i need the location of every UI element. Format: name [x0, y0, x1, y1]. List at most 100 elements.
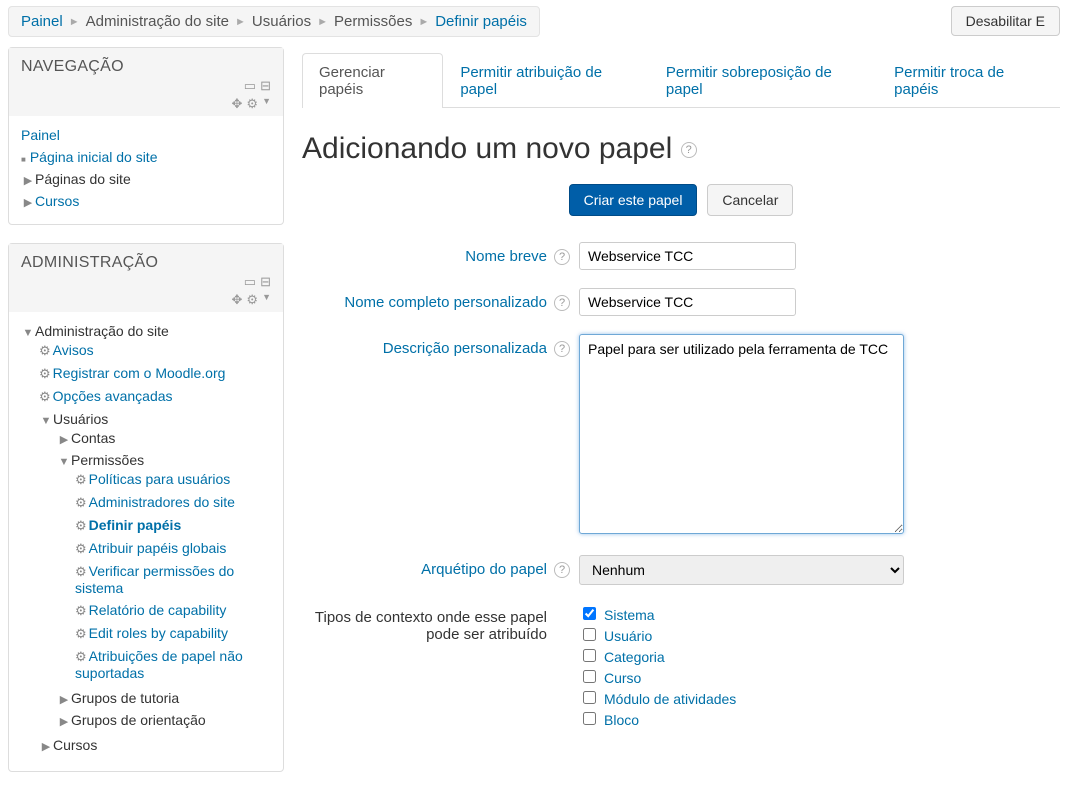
context-checkbox[interactable] [583, 649, 596, 662]
expand-icon[interactable]: ▶ [57, 693, 71, 706]
admin-registrar[interactable]: Registrar com o Moodle.org [53, 365, 226, 381]
context-item: Categoria [579, 645, 1060, 666]
context-checkbox[interactable] [583, 691, 596, 704]
help-icon[interactable]: ? [681, 142, 697, 158]
breadcrumb-item: Usuários [252, 13, 311, 30]
context-label[interactable]: Usuário [604, 628, 652, 644]
gear-icon: ⚙ [75, 472, 87, 487]
admin-root[interactable]: Administração do site [35, 323, 169, 339]
context-label[interactable]: Módulo de atividades [604, 691, 736, 707]
gear-icon: ⚙ [75, 649, 87, 664]
label-contextos: Tipos de contexto onde esse papel pode s… [302, 603, 547, 643]
input-nome-breve[interactable] [579, 242, 796, 270]
expand-icon[interactable]: ▶ [57, 715, 71, 728]
create-role-button[interactable]: Criar este papel [569, 184, 698, 216]
select-arquetipo[interactable]: Nenhum [579, 555, 904, 585]
breadcrumb: Painel ► Administração do site ► Usuário… [8, 6, 540, 37]
gear-icon: ⚙ [75, 495, 87, 510]
admin-cursos[interactable]: Cursos [53, 737, 97, 753]
page-title: Adicionando um novo papel ? [302, 132, 1060, 166]
tab-permitir-sobreposicao[interactable]: Permitir sobreposição de papel [649, 53, 877, 108]
collapse-icon[interactable]: ⊟ [260, 274, 271, 290]
input-nome-completo[interactable] [579, 288, 796, 316]
perm-definir-papeis[interactable]: Definir papéis [89, 517, 182, 533]
disable-button[interactable]: Desabilitar E [951, 6, 1060, 36]
collapse-icon[interactable]: ▼ [39, 415, 53, 427]
perm-atribuir-globais[interactable]: Atribuir papéis globais [89, 540, 227, 556]
breadcrumb-painel[interactable]: Painel [21, 13, 63, 30]
gear-icon: ⚙ [75, 603, 87, 618]
chevron-down-icon[interactable]: ▼ [262, 292, 271, 308]
expand-icon[interactable]: ▶ [21, 174, 35, 187]
context-label[interactable]: Bloco [604, 712, 639, 728]
help-icon[interactable]: ? [554, 562, 570, 578]
move-icon[interactable]: ✥ [232, 292, 243, 308]
nav-cursos[interactable]: Cursos [35, 193, 79, 209]
collapse-icon[interactable]: ▼ [57, 456, 71, 468]
role-tabs: Gerenciar papéis Permitir atribuição de … [302, 53, 1060, 108]
admin-permissoes[interactable]: Permissões [71, 452, 144, 468]
perm-edit-roles[interactable]: Edit roles by capability [89, 625, 228, 641]
dock-icon[interactable]: ▭ [244, 78, 256, 94]
perm-politicas[interactable]: Políticas para usuários [89, 471, 231, 487]
gear-icon: ⚙ [75, 541, 87, 556]
label-nome-completo: Nome completo personalizado [302, 288, 547, 311]
tab-permitir-atribuicao[interactable]: Permitir atribuição de papel [443, 53, 649, 108]
tab-permitir-troca[interactable]: Permitir troca de papéis [877, 53, 1060, 108]
admin-contas[interactable]: Contas [71, 430, 115, 446]
context-checkbox[interactable] [583, 712, 596, 725]
context-checkbox[interactable] [583, 670, 596, 683]
context-checkbox[interactable] [583, 628, 596, 641]
expand-icon[interactable]: ▶ [21, 196, 35, 209]
breadcrumb-separator-icon: ► [69, 16, 80, 28]
context-item: Bloco [579, 708, 1060, 729]
help-icon[interactable]: ? [554, 341, 570, 357]
gear-icon[interactable]: ⚙ [246, 96, 258, 112]
perm-admins[interactable]: Administradores do site [89, 494, 235, 510]
expand-icon[interactable]: ▶ [57, 433, 71, 446]
context-label[interactable]: Sistema [604, 607, 655, 623]
context-item: Curso [579, 666, 1060, 687]
perm-relatorio[interactable]: Relatório de capability [89, 602, 227, 618]
administration-block: ADMINISTRAÇÃO ▭ ⊟ ✥ ⚙ ▼ ▼Ad [8, 243, 284, 772]
context-label[interactable]: Categoria [604, 649, 665, 665]
perm-verificar[interactable]: Verificar permissões do sistema [75, 563, 234, 596]
gear-icon: ⚙ [39, 343, 51, 358]
breadcrumb-definir-papeis[interactable]: Definir papéis [435, 13, 527, 30]
bullet-icon: ■ [21, 155, 26, 164]
breadcrumb-separator-icon: ► [418, 16, 429, 28]
admin-opcoes[interactable]: Opções avançadas [53, 388, 173, 404]
admin-usuarios[interactable]: Usuários [53, 411, 108, 427]
collapse-icon[interactable]: ⊟ [260, 78, 271, 94]
breadcrumb-separator-icon: ► [317, 16, 328, 28]
help-icon[interactable]: ? [554, 295, 570, 311]
admin-grupos-orientacao[interactable]: Grupos de orientação [71, 712, 206, 728]
label-arquetipo: Arquétipo do papel [302, 555, 547, 578]
move-icon[interactable]: ✥ [232, 96, 243, 112]
context-checklist: Sistema Usuário Categoria Curso Módulo de at… [579, 603, 1060, 729]
admin-avisos[interactable]: Avisos [53, 342, 94, 358]
nav-painel[interactable]: Painel [21, 127, 60, 143]
help-icon[interactable]: ? [554, 249, 570, 265]
gear-icon[interactable]: ⚙ [246, 292, 258, 308]
context-item: Módulo de atividades [579, 687, 1060, 708]
label-nome-breve: Nome breve [302, 242, 547, 265]
nav-paginas-site[interactable]: Páginas do site [35, 171, 131, 187]
expand-icon[interactable]: ▶ [39, 740, 53, 753]
context-checkbox[interactable] [583, 607, 596, 620]
collapse-icon[interactable]: ▼ [21, 327, 35, 339]
dock-icon[interactable]: ▭ [244, 274, 256, 290]
gear-icon: ⚙ [75, 518, 87, 533]
textarea-descricao[interactable] [579, 334, 904, 534]
breadcrumb-separator-icon: ► [235, 16, 246, 28]
navigation-block-title: NAVEGAÇÃO [21, 58, 124, 75]
context-label[interactable]: Curso [604, 670, 641, 686]
cancel-button[interactable]: Cancelar [707, 184, 793, 216]
chevron-down-icon[interactable]: ▼ [262, 96, 271, 112]
tab-gerenciar-papeis[interactable]: Gerenciar papéis [302, 53, 443, 108]
perm-nao-suportadas[interactable]: Atribuições de papel não suportadas [75, 648, 243, 681]
nav-pagina-inicial[interactable]: Página inicial do site [30, 149, 158, 165]
context-item: Usuário [579, 624, 1060, 645]
administration-block-title: ADMINISTRAÇÃO [21, 254, 158, 271]
admin-grupos-tutoria[interactable]: Grupos de tutoria [71, 690, 179, 706]
